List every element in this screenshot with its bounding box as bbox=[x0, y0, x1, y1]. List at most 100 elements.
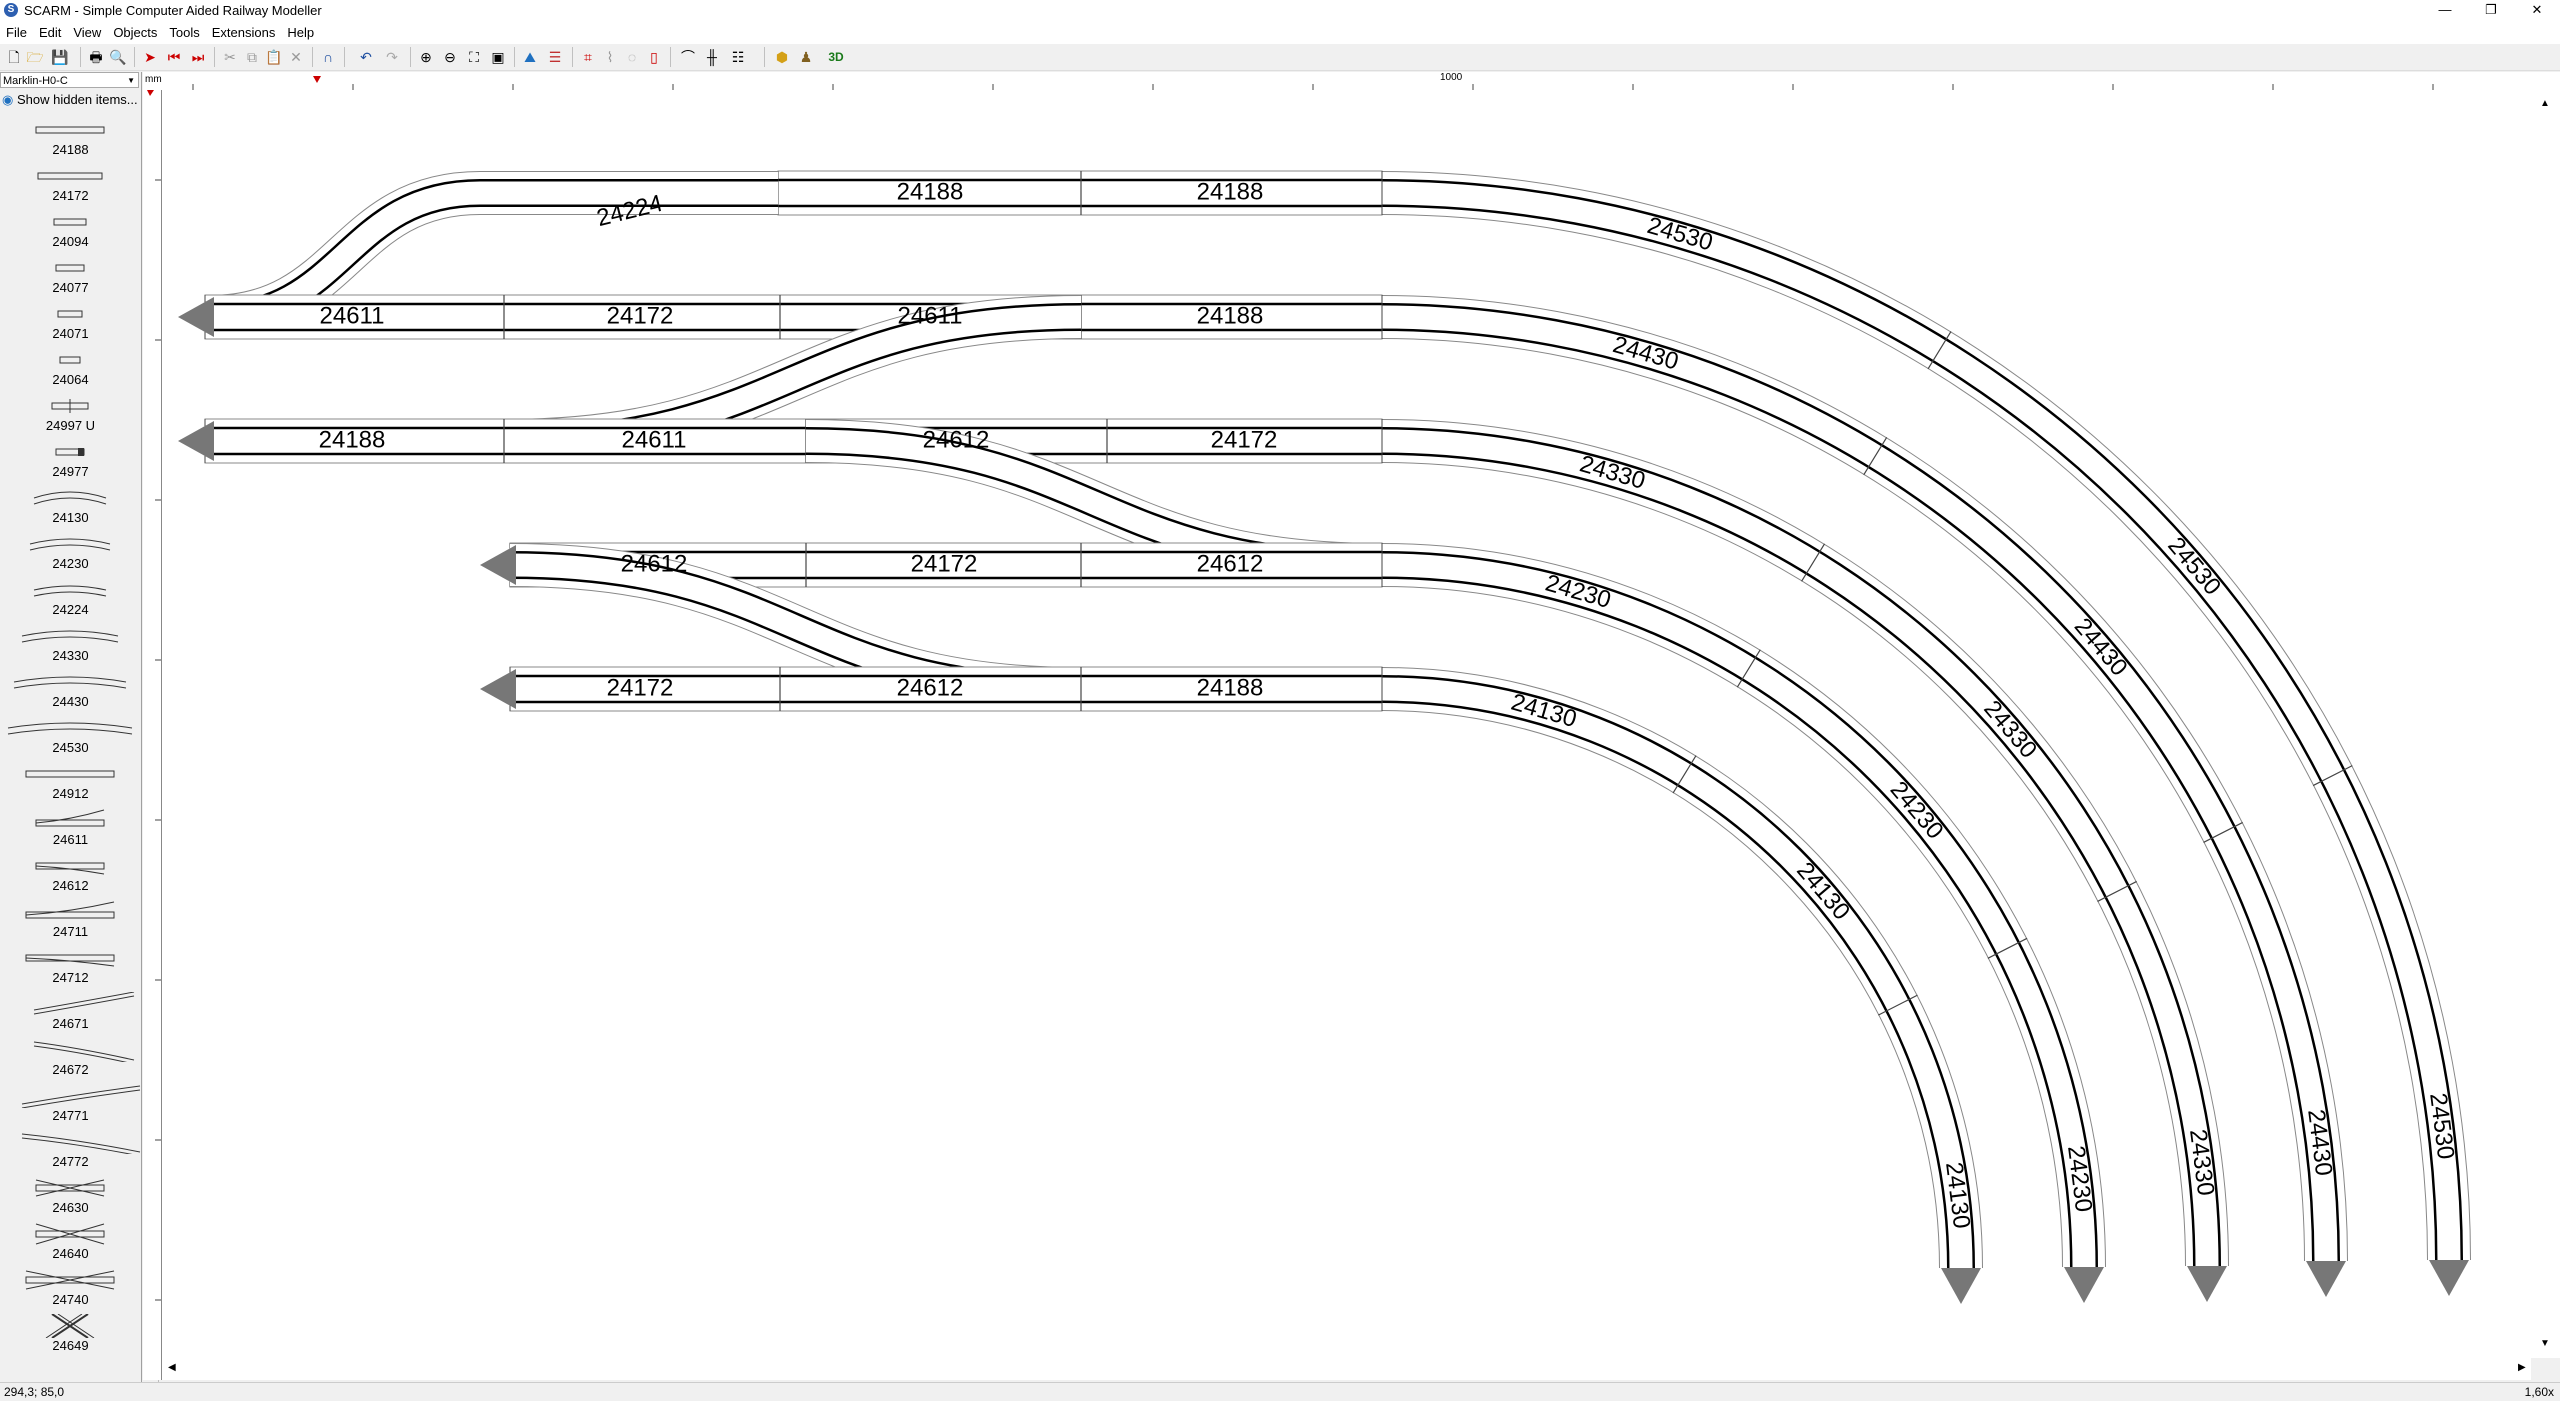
palette-item[interactable]: 24672 bbox=[0, 1036, 141, 1082]
cut-icon[interactable]: ✂ bbox=[220, 47, 240, 67]
palette-item[interactable]: 24094 bbox=[0, 208, 141, 254]
ruler-ticks bbox=[192, 76, 2434, 90]
zoom-in-icon[interactable]: ⊕ bbox=[416, 47, 436, 67]
palette-item[interactable]: 24064 bbox=[0, 346, 141, 392]
zoom-window-icon[interactable]: ▣ bbox=[488, 47, 508, 67]
terrain-icon[interactable]: ⛰ bbox=[520, 47, 540, 67]
palette-item[interactable]: 24630 bbox=[0, 1174, 141, 1220]
palette-item[interactable]: 24771 bbox=[0, 1082, 141, 1128]
track-piece-icon bbox=[55, 448, 85, 456]
chevron-down-icon: ▼ bbox=[127, 76, 135, 85]
palette-item[interactable]: 24430 bbox=[0, 668, 141, 714]
vertical-scrollbar[interactable]: ▲ ▼ bbox=[2531, 90, 2560, 1358]
palette-item[interactable]: 24172 bbox=[0, 162, 141, 208]
palette-item[interactable]: 24640 bbox=[0, 1220, 141, 1266]
zoom-level: 1,60x bbox=[2524, 1385, 2554, 1399]
close-button[interactable]: ✕ bbox=[2514, 0, 2560, 22]
palette-item-label: 24640 bbox=[52, 1246, 89, 1261]
track-piece-icon bbox=[33, 992, 135, 1015]
palette-item[interactable]: 24611 bbox=[0, 806, 141, 852]
palette-item[interactable]: 24230 bbox=[0, 530, 141, 576]
palette-item[interactable]: 24530 bbox=[0, 714, 141, 760]
track-piece-icon bbox=[37, 172, 103, 180]
palette-item-label: 24772 bbox=[52, 1154, 89, 1169]
new-file-icon[interactable]: 🗋 bbox=[4, 47, 24, 67]
track-piece-icon bbox=[35, 862, 105, 875]
magnet-icon[interactable]: ∩ bbox=[318, 47, 338, 67]
palette-item[interactable]: 24912 bbox=[0, 760, 141, 806]
palette-item[interactable]: 24997 U bbox=[0, 392, 141, 438]
uncouple-icon[interactable]: ▯ bbox=[644, 47, 664, 67]
palette-item[interactable]: 24649 bbox=[0, 1312, 141, 1358]
figure-icon[interactable]: ♟ bbox=[796, 47, 816, 67]
track-label: 24172 bbox=[911, 550, 978, 577]
library-select[interactable]: Marklin-H0-C ▼ bbox=[0, 72, 139, 88]
menu-tools[interactable]: Tools bbox=[163, 22, 205, 44]
track-piece-icon bbox=[33, 491, 107, 505]
palette-item-label: 24330 bbox=[52, 648, 89, 663]
next-track-icon[interactable]: ⏭ bbox=[188, 47, 208, 67]
palette-item[interactable]: 24077 bbox=[0, 254, 141, 300]
palette-item[interactable]: 24188 bbox=[0, 116, 141, 162]
paste-icon[interactable]: 📋 bbox=[264, 47, 284, 67]
track-straight[interactable] bbox=[777, 170, 1383, 216]
layers-icon[interactable]: ☰ bbox=[545, 47, 565, 67]
platform-icon[interactable]: ☷ bbox=[728, 47, 748, 67]
track-library-panel: Marklin-H0-C ▼ ◉ Show hidden items... 241… bbox=[0, 72, 142, 1384]
copy-icon[interactable]: ⧉ bbox=[242, 47, 262, 67]
print-preview-icon[interactable]: 🔍 bbox=[108, 47, 128, 67]
scroll-right-icon[interactable]: ▶ bbox=[2518, 1362, 2526, 1373]
palette-item-label: 24740 bbox=[52, 1292, 89, 1307]
track-piece-icon bbox=[45, 1314, 95, 1338]
menu-view[interactable]: View bbox=[67, 22, 107, 44]
palette-item[interactable]: 24071 bbox=[0, 300, 141, 346]
palette-item[interactable]: 24711 bbox=[0, 898, 141, 944]
show-hidden-items[interactable]: ◉ Show hidden items... bbox=[2, 92, 138, 108]
layout-canvas[interactable]: 24188 24188 24611 24172 24611 24188 24188 24611… bbox=[162, 90, 2531, 1358]
undo-icon[interactable]: ↶ bbox=[356, 47, 376, 67]
palette-item[interactable]: 24130 bbox=[0, 484, 141, 530]
scroll-left-icon[interactable]: ◀ bbox=[168, 1362, 176, 1373]
menu-objects[interactable]: Objects bbox=[107, 22, 163, 44]
menu-edit[interactable]: Edit bbox=[33, 22, 67, 44]
menu-help[interactable]: Help bbox=[281, 22, 320, 44]
palette-item[interactable]: 24712 bbox=[0, 944, 141, 990]
select-arrow-icon[interactable]: ➤ bbox=[140, 47, 160, 67]
bridge-icon[interactable]: ╫ bbox=[702, 47, 722, 67]
palette-item[interactable]: 24224 bbox=[0, 576, 141, 622]
scroll-down-icon[interactable]: ▼ bbox=[2540, 1338, 2550, 1349]
zoom-extents-icon[interactable]: ⛶ bbox=[464, 47, 484, 67]
ruler-vertical-ticks bbox=[147, 90, 161, 1301]
delete-icon[interactable]: ✕ bbox=[286, 47, 306, 67]
horizontal-scrollbar[interactable]: ◀ ▶ bbox=[162, 1358, 2531, 1380]
track-label: 24611 bbox=[320, 302, 385, 329]
redo-icon[interactable]: ↷ bbox=[382, 47, 402, 67]
palette-item-label: 24649 bbox=[52, 1338, 89, 1353]
restore-button[interactable]: ❐ bbox=[2468, 0, 2514, 22]
cut-track-icon[interactable]: ◌ bbox=[622, 47, 642, 67]
palette-item[interactable]: 24330 bbox=[0, 622, 141, 668]
open-folder-icon[interactable]: 🗁 bbox=[25, 47, 45, 67]
menu-extensions[interactable]: Extensions bbox=[206, 22, 282, 44]
track-tool-icon[interactable]: ⌗ bbox=[578, 47, 598, 67]
palette-item[interactable]: 24772 bbox=[0, 1128, 141, 1174]
print-icon[interactable]: 🖶 bbox=[86, 47, 106, 67]
palette-item[interactable]: 24740 bbox=[0, 1266, 141, 1312]
minimize-button[interactable]: — bbox=[2422, 0, 2468, 22]
palette-item[interactable]: 24612 bbox=[0, 852, 141, 898]
track-layout[interactable]: 24188 24188 24611 24172 24611 24188 24188 24611… bbox=[162, 90, 2531, 1358]
track-label: 24188 bbox=[1197, 178, 1264, 205]
block-icon[interactable]: ⬢ bbox=[772, 47, 792, 67]
zoom-out-icon[interactable]: ⊖ bbox=[440, 47, 460, 67]
scroll-up-icon[interactable]: ▲ bbox=[2540, 98, 2550, 109]
prev-track-icon[interactable]: ⏮ bbox=[164, 47, 184, 67]
save-icon[interactable]: 💾 bbox=[50, 47, 70, 67]
3d-view-icon[interactable]: 3D bbox=[826, 47, 846, 67]
tunnel-icon[interactable]: ⌒ bbox=[678, 47, 698, 67]
flex-track-icon[interactable]: ⌇ bbox=[600, 47, 620, 67]
palette-item[interactable]: 24671 bbox=[0, 990, 141, 1036]
track-piece-icon bbox=[13, 676, 127, 689]
title-bar: S SCARM - Simple Computer Aided Railway … bbox=[0, 0, 2560, 22]
menu-file[interactable]: File bbox=[0, 22, 33, 44]
palette-item[interactable]: 24977 bbox=[0, 438, 141, 484]
